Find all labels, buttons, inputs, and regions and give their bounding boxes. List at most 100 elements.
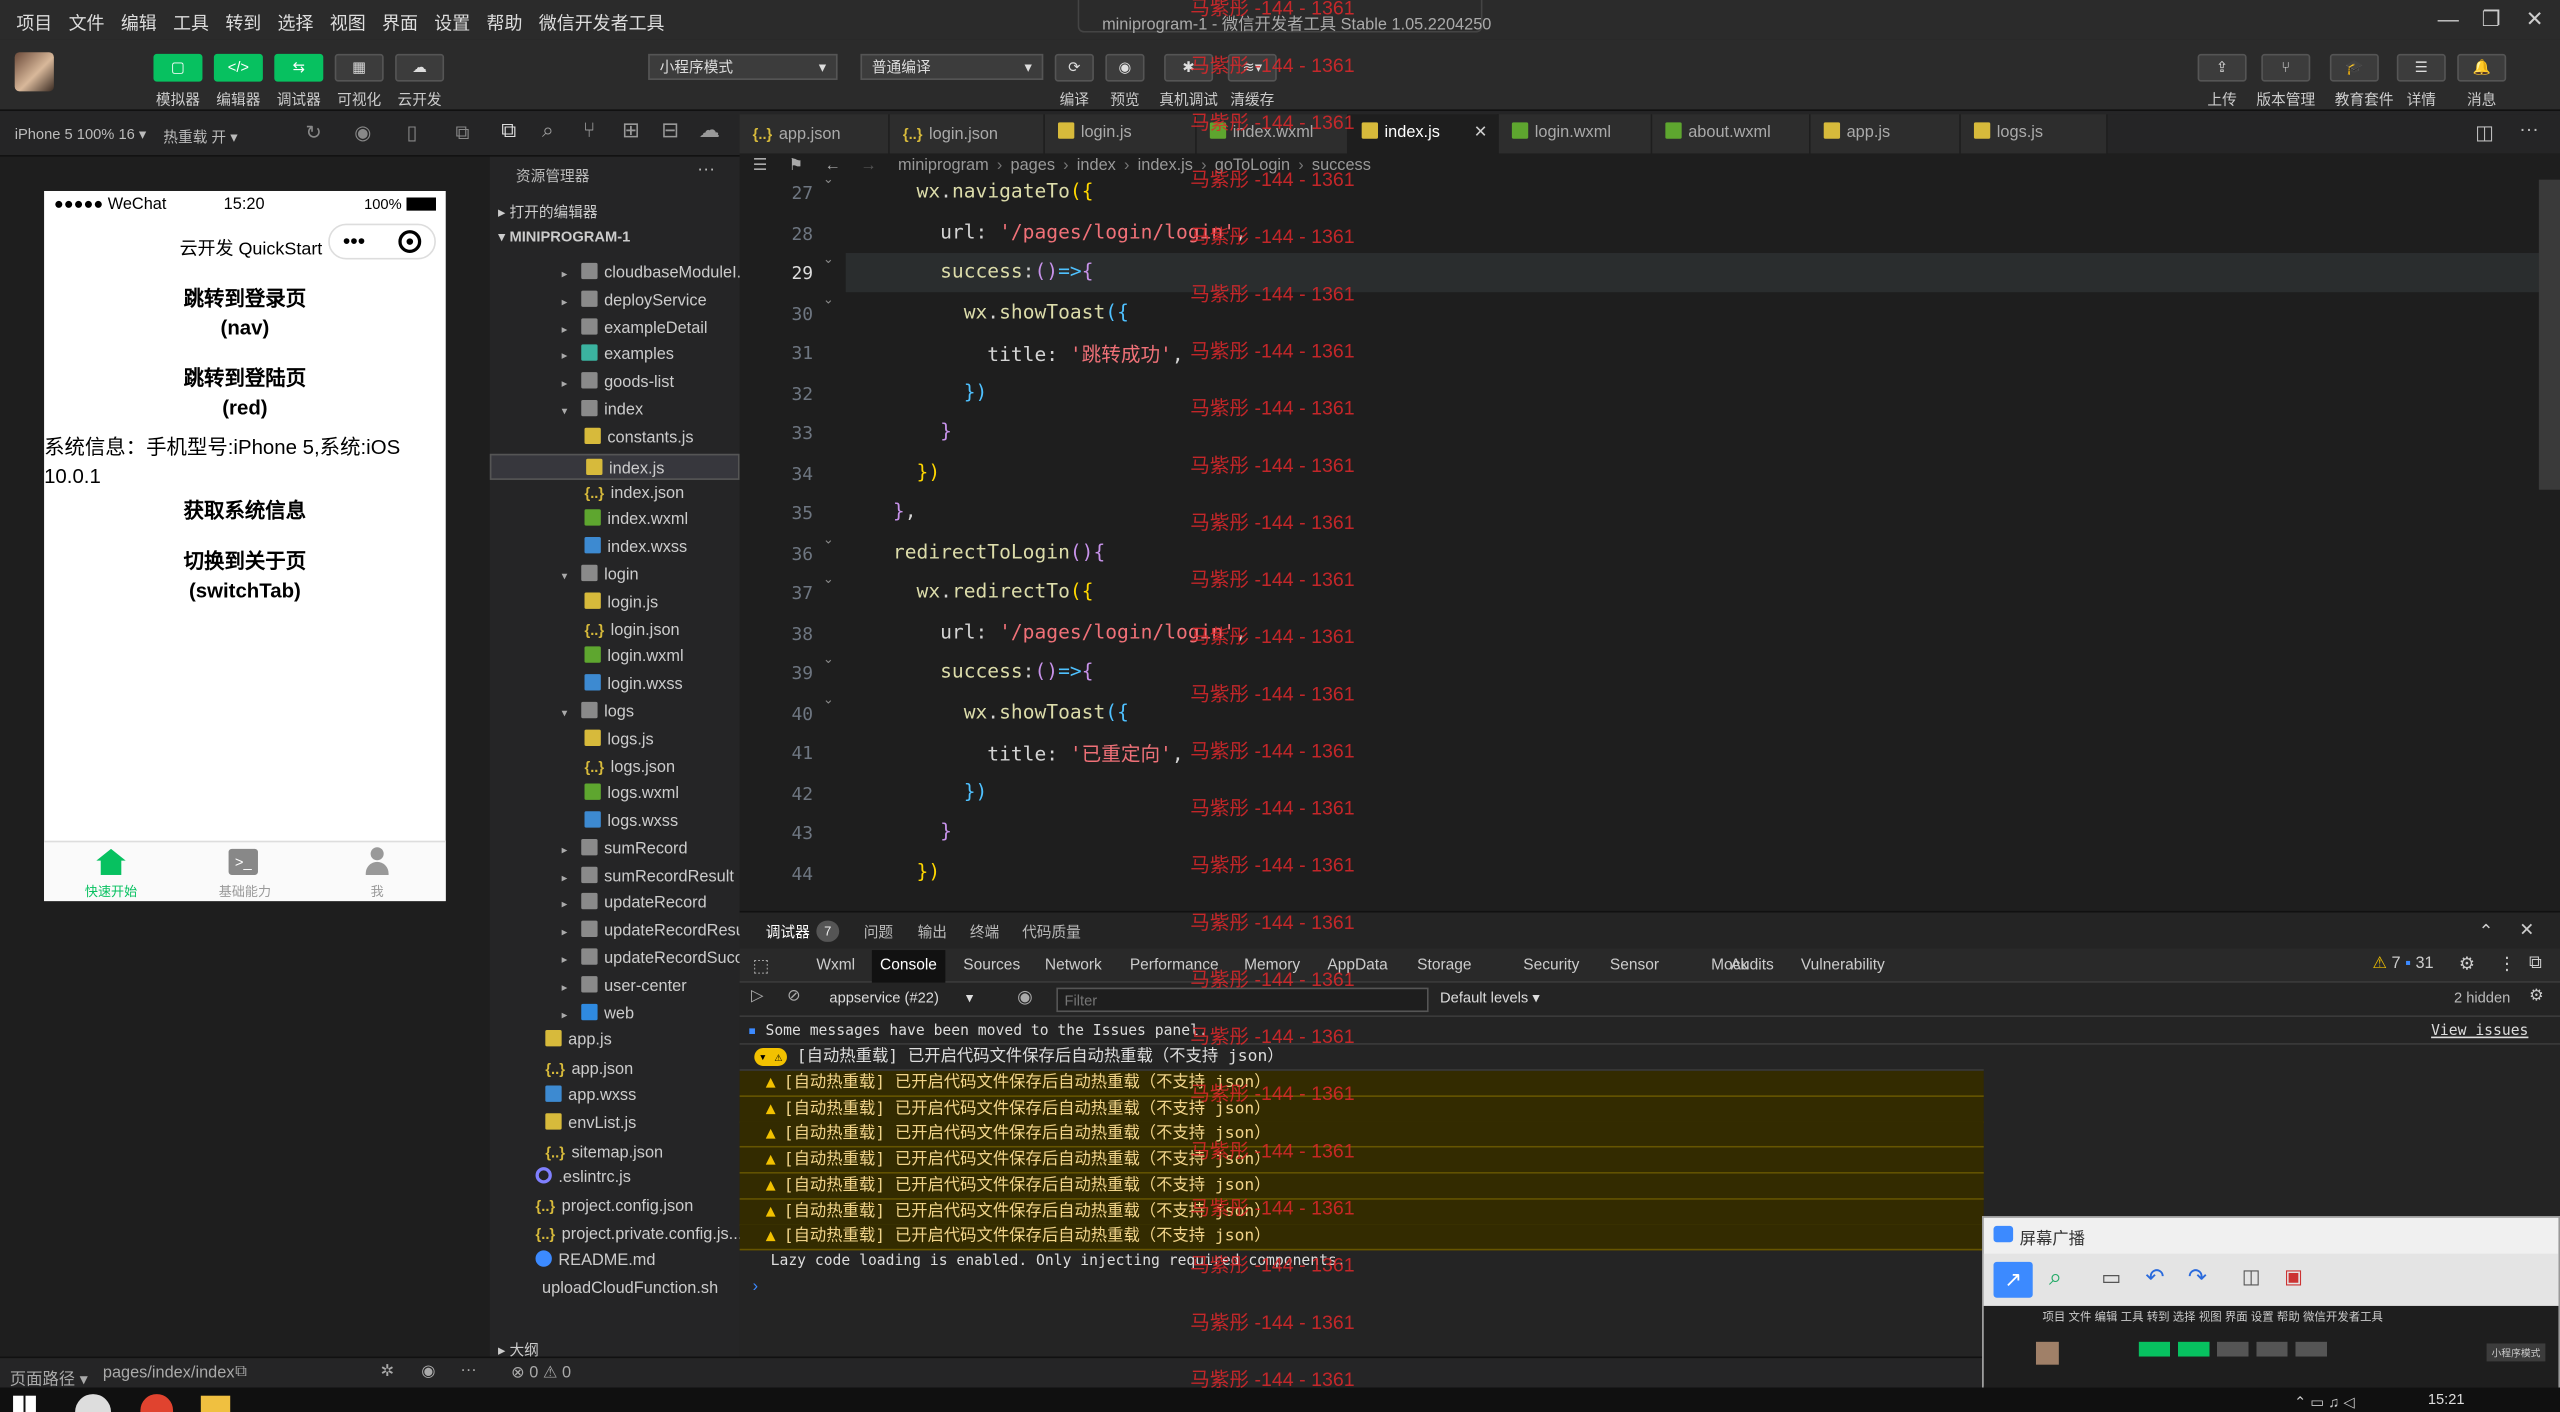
tree-file[interactable]: index.js — [489, 453, 740, 480]
maximize-icon[interactable]: ❐ — [2482, 7, 2501, 33]
editor-tab[interactable]: login.wxml — [1498, 114, 1653, 154]
avatar[interactable] — [14, 52, 54, 92]
editor-tab[interactable]: index.js ✕ — [1348, 114, 1499, 154]
tree-file[interactable]: login.wxml — [490, 645, 740, 671]
copy-icon[interactable]: ⧉ — [235, 1363, 247, 1381]
context-select[interactable]: appservice (#22) ▾ — [829, 989, 973, 1007]
tree-folder[interactable]: ▾ login — [490, 563, 740, 589]
editor-tab[interactable]: {..} login.json — [889, 114, 1045, 154]
tree-folder[interactable]: ▸ updateRecordResult — [490, 919, 753, 945]
tree-folder[interactable]: ▸ user-center — [490, 974, 740, 1000]
tree-folder[interactable]: ▸ updateRecord — [490, 892, 740, 918]
menu-item[interactable]: 界面 — [374, 0, 426, 39]
popout-icon[interactable]: ⧉ — [456, 121, 470, 145]
phone-icon[interactable]: ▯ — [407, 121, 418, 144]
code-line[interactable]: url: '/pages/login/login', — [846, 619, 1247, 642]
tree-file[interactable]: {..} index.json — [490, 481, 740, 507]
preview-status-icon[interactable]: ◉ — [421, 1363, 435, 1381]
tree-file[interactable]: envList.js — [490, 1111, 740, 1137]
editor-tab[interactable]: login.js — [1044, 114, 1197, 154]
code-line[interactable]: url: '/pages/login/login', — [846, 220, 1247, 243]
layout-icon[interactable]: ⊟ — [661, 118, 679, 144]
menu-item[interactable]: 选择 — [269, 0, 321, 39]
tree-file[interactable]: {..} project.private.config.js... — [490, 1221, 743, 1247]
debug-icon[interactable]: ✲ — [380, 1363, 394, 1381]
tab-me-icon[interactable] — [365, 847, 389, 876]
tree-file[interactable]: login.wxss — [490, 673, 740, 699]
menu-item[interactable]: 编辑 — [113, 0, 165, 39]
devtools-settings-icon[interactable]: ⚙ — [2459, 953, 2475, 975]
devtools-tab[interactable]: Wxml — [808, 950, 863, 983]
tree-file[interactable]: .eslintrc.js — [490, 1166, 740, 1192]
menu-item[interactable]: 设置 — [426, 0, 478, 39]
close-icon[interactable]: ✕ — [2526, 7, 2544, 33]
tree-file[interactable]: uploadCloudFunction.sh — [490, 1276, 740, 1302]
list-icon[interactable]: ☰ — [753, 153, 768, 179]
code-line[interactable]: success:()=>{ — [846, 260, 1093, 283]
page-path-label[interactable]: 页面路径 ▾ — [10, 1365, 88, 1389]
fold-chevron-icon[interactable]: ⌄ — [823, 291, 834, 306]
toolbar-btn-icon[interactable]: ▦ — [334, 53, 384, 82]
project-root[interactable]: ▾ MINIPROGRAM-1 — [498, 229, 630, 247]
panel-tab[interactable]: 代码质量 — [1022, 921, 1081, 942]
start-icon[interactable] — [13, 1395, 36, 1412]
devtools-tab[interactable]: Network — [1037, 950, 1110, 983]
close-panel-icon[interactable]: ✕ — [2519, 919, 2534, 941]
code-line[interactable]: title: '已重定向', — [846, 739, 1183, 767]
bookmark-icon[interactable]: ⚑ — [789, 153, 804, 179]
refresh-icon[interactable]: ↻ — [305, 121, 321, 144]
chrome-taskbar-icon[interactable] — [140, 1394, 174, 1412]
tree-file[interactable]: app.js — [490, 1029, 740, 1055]
sidebar-toggle-icon[interactable]: ▷ — [751, 988, 764, 1006]
tree-folder[interactable]: ▸ cloudbaseModuleI... — [490, 261, 750, 287]
toolbar-right-icon[interactable]: ⇪ — [2197, 53, 2247, 82]
tree-file[interactable]: {..} logs.json — [490, 755, 740, 781]
tree-file[interactable]: app.wxss — [490, 1084, 740, 1110]
wechat-devtools-taskbar-icon[interactable] — [75, 1394, 112, 1412]
toolbar-mid-label[interactable]: 真机调试 — [1156, 88, 1221, 109]
forward-icon[interactable]: → — [860, 153, 876, 179]
menu-item[interactable]: 转到 — [217, 0, 269, 39]
devtools-tab[interactable]: Console — [871, 950, 946, 983]
tab-close-icon[interactable]: ✕ — [1474, 114, 1488, 153]
warning-counter[interactable]: ⚠ 7 ▪ 31 — [2372, 955, 2433, 973]
collapse-panel-icon[interactable]: ⌃ — [2478, 921, 2493, 942]
warning-row[interactable]: ▲ [自动热重载] 已开启代码文件保存后自动热重载（不支持 json） — [739, 1224, 1984, 1251]
menu-item[interactable]: 文件 — [60, 0, 112, 39]
hotreload-toggle[interactable]: 热重载 开 ▾ — [163, 126, 237, 147]
inspect-icon[interactable]: ⬚ — [753, 955, 770, 977]
clear-console-icon[interactable]: ⊘ — [787, 988, 801, 1006]
editor-tab[interactable]: logs.js — [1960, 114, 2108, 154]
tab-basic-label[interactable]: 基础能力 — [219, 883, 271, 901]
code-line[interactable]: }) — [846, 460, 941, 483]
compile-select[interactable]: 普通编译 ▾ — [860, 53, 1044, 80]
mode-select[interactable]: 小程序模式 ▾ — [648, 53, 838, 80]
warning-row[interactable]: ▲ [自动热重载] 已开启代码文件保存后自动热重载（不支持 json） — [739, 1096, 1984, 1123]
toolbar-btn-label[interactable]: 云开发 — [387, 88, 452, 109]
code-line[interactable]: wx.showToast({ — [846, 699, 1129, 722]
toolbar-right-label[interactable]: 上传 — [2189, 88, 2254, 109]
breadcrumb-item[interactable]: pages — [1011, 157, 1055, 175]
devtools-more-icon[interactable]: ⋮ — [2498, 953, 2516, 975]
phone-action-button[interactable]: 切换到关于页 (switchTab) — [44, 547, 446, 606]
error-counter[interactable]: ⊗ 0 ⚠ 0 — [511, 1365, 571, 1383]
devtools-tab[interactable]: Audits — [1722, 950, 1781, 983]
warning-row[interactable]: ▲ [自动热重载] 已开启代码文件保存后自动热重载（不支持 json） — [739, 1147, 1984, 1174]
warning-row[interactable]: ▲ [自动热重载] 已开启代码文件保存后自动热重载（不支持 json） — [739, 1070, 1984, 1097]
warning-row[interactable]: ▲ [自动热重载] 已开启代码文件保存后自动热重载（不支持 json） — [739, 1122, 1984, 1149]
tab-me-label[interactable]: 我 — [371, 883, 384, 901]
minimap-scrollbar[interactable] — [2538, 179, 2560, 490]
tree-folder[interactable]: ▸ deployService — [490, 289, 740, 315]
breadcrumb-item[interactable]: miniprogram — [898, 157, 989, 175]
console-settings-icon[interactable]: ⚙ — [2529, 988, 2544, 1006]
console-prompt[interactable]: › — [753, 1278, 758, 1296]
panel-tab[interactable]: 终端 — [970, 921, 999, 942]
tree-folder[interactable]: ▸ examples — [490, 343, 740, 369]
toolbar-right-label[interactable]: 详情 — [2389, 88, 2454, 109]
tree-file[interactable]: logs.js — [490, 727, 740, 753]
toolbar-btn-label[interactable]: 调试器 — [266, 88, 331, 109]
extensions-icon[interactable]: ⊞ — [622, 118, 640, 144]
warning-group[interactable]: ▾ ⚠ [自动热重载] 已开启代码文件保存后自动热重载（不支持 json） — [739, 1045, 1984, 1071]
code-line[interactable]: title: '跳转成功', — [846, 340, 1183, 368]
tree-file[interactable]: constants.js — [490, 426, 740, 452]
